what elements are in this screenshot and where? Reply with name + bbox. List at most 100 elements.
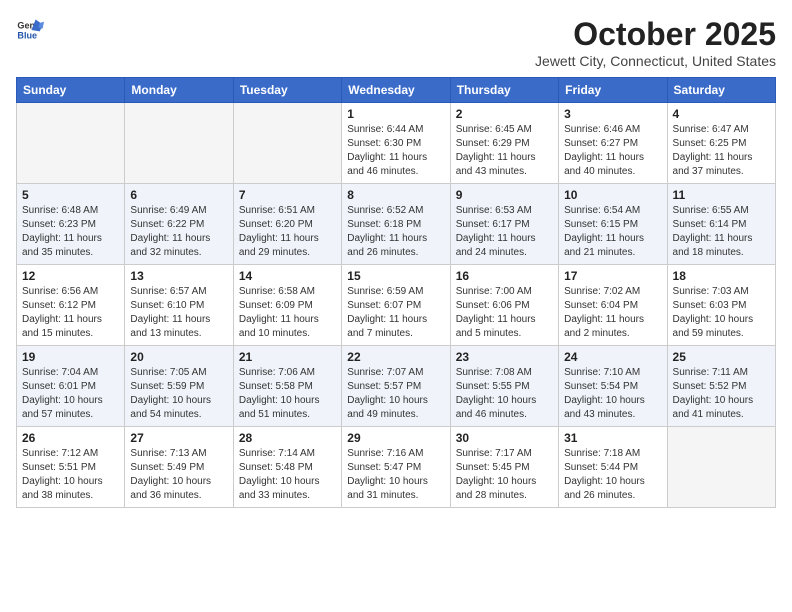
header-monday: Monday	[125, 78, 233, 103]
day-info: Sunrise: 7:14 AM Sunset: 5:48 PM Dayligh…	[239, 447, 336, 503]
week-row-4: 19 Sunrise: 7:04 AM Sunset: 6:01 PM Dayli…	[17, 346, 776, 427]
svg-text:Blue: Blue	[17, 30, 37, 40]
calendar-cell: 10Sunrise: 6:54 AM Sunset: 6:15 PM Dayli…	[559, 184, 667, 265]
day-number: 13	[130, 269, 227, 283]
header-saturday: Saturday	[667, 78, 775, 103]
day-info: Sunrise: 6:51 AM Sunset: 6:20 PM Dayligh…	[239, 204, 336, 260]
calendar-cell: 15 Sunrise: 6:59 AM Sunset: 6:07 PM Dayli…	[342, 265, 450, 346]
calendar-cell: 3 Sunrise: 6:46 AM Sunset: 6:27 PM Daylig…	[559, 103, 667, 184]
day-number: 18	[673, 269, 770, 283]
calendar-cell	[125, 103, 233, 184]
day-number: 26	[22, 431, 119, 445]
day-number: 27	[130, 431, 227, 445]
logo: General Blue	[16, 16, 44, 44]
day-number: 25	[673, 350, 770, 364]
calendar-cell: 14 Sunrise: 6:58 AM Sunset: 6:09 PM Dayli…	[233, 265, 341, 346]
day-number: 8	[347, 188, 444, 202]
day-number: 19	[22, 350, 119, 364]
location-subtitle: Jewett City, Connecticut, United States	[535, 53, 776, 69]
day-info: Sunrise: 7:06 AM Sunset: 5:58 PM Dayligh…	[239, 366, 336, 422]
calendar-cell: 16 Sunrise: 7:00 AM Sunset: 6:06 PM Dayli…	[450, 265, 558, 346]
day-number: 21	[239, 350, 336, 364]
weekday-header-row: SundayMondayTuesdayWednesdayThursdayFrid…	[17, 78, 776, 103]
calendar-cell: 18 Sunrise: 7:03 AM Sunset: 6:03 PM Dayli…	[667, 265, 775, 346]
calendar-cell: 11Sunrise: 6:55 AM Sunset: 6:14 PM Dayli…	[667, 184, 775, 265]
day-number: 4	[673, 107, 770, 121]
calendar-cell: 25Sunrise: 7:11 AM Sunset: 5:52 PM Dayli…	[667, 346, 775, 427]
day-info: Sunrise: 6:46 AM Sunset: 6:27 PM Dayligh…	[564, 123, 661, 179]
day-number: 11	[673, 188, 770, 202]
day-number: 7	[239, 188, 336, 202]
day-number: 3	[564, 107, 661, 121]
day-number: 22	[347, 350, 444, 364]
day-info: Sunrise: 6:58 AM Sunset: 6:09 PM Dayligh…	[239, 285, 336, 341]
day-number: 2	[456, 107, 553, 121]
day-info: Sunrise: 6:48 AM Sunset: 6:23 PM Dayligh…	[22, 204, 119, 260]
calendar-cell: 29 Sunrise: 7:16 AM Sunset: 5:47 PM Dayli…	[342, 427, 450, 508]
day-info: Sunrise: 6:57 AM Sunset: 6:10 PM Dayligh…	[130, 285, 227, 341]
calendar-cell: 27 Sunrise: 7:13 AM Sunset: 5:49 PM Dayli…	[125, 427, 233, 508]
day-number: 28	[239, 431, 336, 445]
week-row-2: 5 Sunrise: 6:48 AM Sunset: 6:23 PM Daylig…	[17, 184, 776, 265]
header-wednesday: Wednesday	[342, 78, 450, 103]
calendar-cell: 21 Sunrise: 7:06 AM Sunset: 5:58 PM Dayli…	[233, 346, 341, 427]
day-number: 5	[22, 188, 119, 202]
day-info: Sunrise: 6:56 AM Sunset: 6:12 PM Dayligh…	[22, 285, 119, 341]
week-row-5: 26 Sunrise: 7:12 AM Sunset: 5:51 PM Dayli…	[17, 427, 776, 508]
calendar-cell	[233, 103, 341, 184]
day-info: Sunrise: 7:03 AM Sunset: 6:03 PM Dayligh…	[673, 285, 770, 341]
page-header: General Blue October 2025 Jewett City, C…	[16, 16, 776, 69]
calendar-cell: 17Sunrise: 7:02 AM Sunset: 6:04 PM Dayli…	[559, 265, 667, 346]
day-info: Sunrise: 7:16 AM Sunset: 5:47 PM Dayligh…	[347, 447, 444, 503]
calendar-table: SundayMondayTuesdayWednesdayThursdayFrid…	[16, 77, 776, 508]
calendar-cell: 4 Sunrise: 6:47 AM Sunset: 6:25 PM Daylig…	[667, 103, 775, 184]
calendar-cell: 31Sunrise: 7:18 AM Sunset: 5:44 PM Dayli…	[559, 427, 667, 508]
day-number: 15	[347, 269, 444, 283]
day-number: 24	[564, 350, 661, 364]
header-friday: Friday	[559, 78, 667, 103]
day-number: 14	[239, 269, 336, 283]
calendar-cell: 20 Sunrise: 7:05 AM Sunset: 5:59 PM Dayli…	[125, 346, 233, 427]
week-row-1: 1Sunrise: 6:44 AM Sunset: 6:30 PM Daylig…	[17, 103, 776, 184]
day-info: Sunrise: 7:13 AM Sunset: 5:49 PM Dayligh…	[130, 447, 227, 503]
calendar-cell: 23Sunrise: 7:08 AM Sunset: 5:55 PM Dayli…	[450, 346, 558, 427]
calendar-cell: 7 Sunrise: 6:51 AM Sunset: 6:20 PM Daylig…	[233, 184, 341, 265]
week-row-3: 12 Sunrise: 6:56 AM Sunset: 6:12 PM Dayli…	[17, 265, 776, 346]
calendar-cell: 9Sunrise: 6:53 AM Sunset: 6:17 PM Daylig…	[450, 184, 558, 265]
day-number: 12	[22, 269, 119, 283]
day-number: 1	[347, 107, 444, 121]
day-info: Sunrise: 6:49 AM Sunset: 6:22 PM Dayligh…	[130, 204, 227, 260]
day-number: 16	[456, 269, 553, 283]
calendar-cell	[667, 427, 775, 508]
calendar-cell: 19 Sunrise: 7:04 AM Sunset: 6:01 PM Dayli…	[17, 346, 125, 427]
day-info: Sunrise: 6:59 AM Sunset: 6:07 PM Dayligh…	[347, 285, 444, 341]
day-info: Sunrise: 6:45 AM Sunset: 6:29 PM Dayligh…	[456, 123, 553, 179]
day-info: Sunrise: 7:00 AM Sunset: 6:06 PM Dayligh…	[456, 285, 553, 341]
day-number: 6	[130, 188, 227, 202]
day-info: Sunrise: 6:54 AM Sunset: 6:15 PM Dayligh…	[564, 204, 661, 260]
day-number: 20	[130, 350, 227, 364]
day-info: Sunrise: 7:12 AM Sunset: 5:51 PM Dayligh…	[22, 447, 119, 503]
header-tuesday: Tuesday	[233, 78, 341, 103]
day-number: 30	[456, 431, 553, 445]
day-info: Sunrise: 6:52 AM Sunset: 6:18 PM Dayligh…	[347, 204, 444, 260]
calendar-cell	[17, 103, 125, 184]
calendar-cell: 1Sunrise: 6:44 AM Sunset: 6:30 PM Daylig…	[342, 103, 450, 184]
day-info: Sunrise: 7:04 AM Sunset: 6:01 PM Dayligh…	[22, 366, 119, 422]
day-number: 9	[456, 188, 553, 202]
day-info: Sunrise: 7:17 AM Sunset: 5:45 PM Dayligh…	[456, 447, 553, 503]
calendar-cell: 6 Sunrise: 6:49 AM Sunset: 6:22 PM Daylig…	[125, 184, 233, 265]
header-sunday: Sunday	[17, 78, 125, 103]
calendar-cell: 30 Sunrise: 7:17 AM Sunset: 5:45 PM Dayli…	[450, 427, 558, 508]
day-number: 29	[347, 431, 444, 445]
calendar-cell: 28 Sunrise: 7:14 AM Sunset: 5:48 PM Dayli…	[233, 427, 341, 508]
day-info: Sunrise: 7:05 AM Sunset: 5:59 PM Dayligh…	[130, 366, 227, 422]
calendar-cell: 26 Sunrise: 7:12 AM Sunset: 5:51 PM Dayli…	[17, 427, 125, 508]
day-info: Sunrise: 6:47 AM Sunset: 6:25 PM Dayligh…	[673, 123, 770, 179]
calendar-cell: 13 Sunrise: 6:57 AM Sunset: 6:10 PM Dayli…	[125, 265, 233, 346]
month-title: October 2025	[535, 16, 776, 53]
calendar-cell: 5 Sunrise: 6:48 AM Sunset: 6:23 PM Daylig…	[17, 184, 125, 265]
calendar-cell: 2 Sunrise: 6:45 AM Sunset: 6:29 PM Daylig…	[450, 103, 558, 184]
day-info: Sunrise: 7:07 AM Sunset: 5:57 PM Dayligh…	[347, 366, 444, 422]
day-number: 31	[564, 431, 661, 445]
